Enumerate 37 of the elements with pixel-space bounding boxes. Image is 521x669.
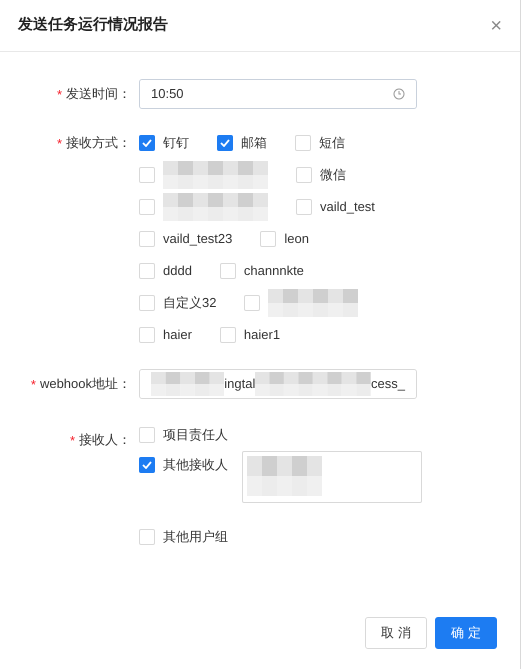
required-asterisk: *	[56, 88, 62, 100]
option-label: haier1	[244, 326, 280, 344]
option-label: vaild_test	[320, 198, 375, 216]
option-label: 短信	[319, 134, 345, 152]
checkbox[interactable]	[217, 135, 233, 151]
option-label: leon	[284, 230, 309, 248]
field-label: webhook地址：	[40, 375, 131, 394]
confirm-button[interactable]: 确 定	[435, 617, 497, 649]
dialog-title: 发送任务运行情况报告	[18, 15, 168, 36]
option-label: dddd	[163, 262, 192, 280]
field-label: 发送时间：	[66, 85, 131, 104]
cancel-button[interactable]: 取 消	[365, 617, 427, 649]
checkbox[interactable]	[139, 135, 155, 151]
option-label: 项目责任人	[163, 426, 228, 444]
field-label: 接收人：	[79, 431, 131, 450]
check-icon	[142, 461, 152, 469]
option-label: 其他接收人	[163, 456, 228, 474]
required-asterisk: *	[56, 136, 62, 150]
option-label: channnkte	[244, 262, 304, 280]
clock-icon	[393, 88, 405, 100]
field-label: 接收方式：	[66, 134, 131, 152]
option-label: 自定义32	[163, 294, 216, 312]
recipient-tags-box[interactable]	[242, 451, 422, 503]
option-label: 微信	[320, 166, 346, 184]
option-label: 其他用户组	[163, 528, 228, 546]
checkbox[interactable]	[139, 457, 155, 473]
time-field[interactable]: 10:50	[139, 79, 417, 109]
required-asterisk: *	[30, 378, 36, 390]
close-button[interactable]: ×	[490, 16, 502, 36]
webhook-field[interactable]: ingtal cess_	[139, 369, 417, 399]
check-icon	[220, 139, 230, 147]
option-label: haier	[163, 326, 192, 344]
option-label: 钉钉	[163, 134, 189, 152]
option-label: vaild_test23	[163, 230, 232, 248]
required-asterisk: *	[70, 434, 75, 446]
option-label: 邮箱	[241, 134, 267, 152]
check-icon	[142, 139, 152, 147]
